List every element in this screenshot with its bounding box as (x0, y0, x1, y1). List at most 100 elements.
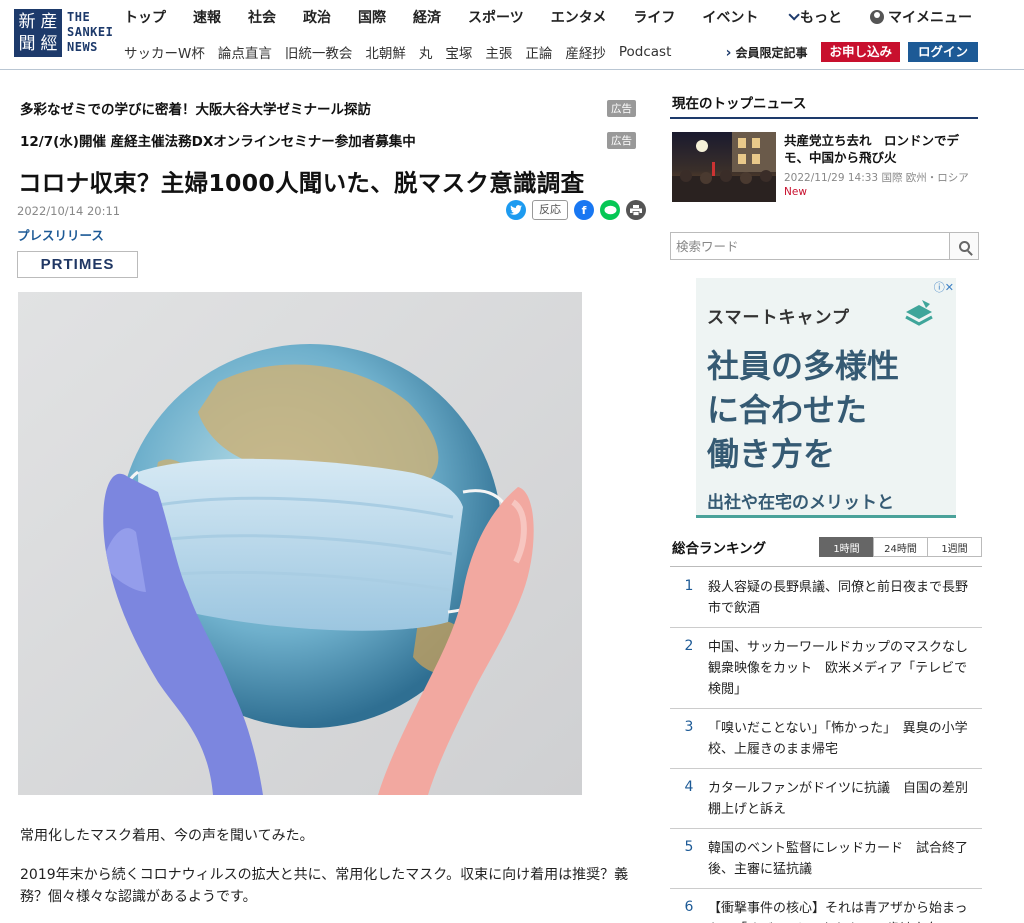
sub-nav: サッカーW杯 論点直言 旧統一教会 北朝鮮 丸 宝塚 主張 正論 産経抄 Pod… (124, 41, 684, 63)
ranking-item[interactable]: 4 カタールファンがドイツに抗議 自国の差別棚上げと訴え (670, 769, 982, 829)
promo-link[interactable]: 多彩なゼミでの学びに密着！大阪大谷大学ゼミナール探訪 広告 (20, 95, 636, 121)
tab-1week[interactable]: 1週間 (927, 537, 982, 557)
search-icon (958, 240, 970, 252)
ranking-item[interactable]: 2 中国、サッカーワールドカップのマスクなし観衆映像をカット 欧米メディア「テレ… (670, 628, 982, 709)
nav-politics[interactable]: 政治 (303, 7, 331, 27)
heading-divider (670, 117, 978, 119)
sidebar-ad[interactable]: ⓘ✕ スマートキャンプ 社員の多様性 に合わせた 働き方を 出社や在宅のメリット… (696, 278, 956, 518)
ad-choices-icon[interactable]: ⓘ✕ (934, 279, 954, 295)
subnav-maru[interactable]: 丸 (419, 42, 433, 62)
search-input[interactable] (671, 233, 949, 259)
top-news-thumbnail[interactable] (672, 132, 776, 202)
nav-breaking[interactable]: 速報 (193, 7, 221, 27)
nav-sports[interactable]: スポーツ (468, 7, 524, 27)
ad-brand-logo-icon (905, 300, 933, 326)
more-label: もっと (800, 10, 842, 26)
promo-text: 12/7(水)開催 産経主催法務DXオンラインセミナー参加者募集中 (20, 134, 416, 150)
subnav-podcast[interactable]: Podcast (619, 44, 672, 60)
print-icon[interactable] (626, 200, 646, 220)
article-photo-globe-mask (18, 292, 582, 795)
chevron-down-icon (788, 9, 800, 21)
subnav-ronten[interactable]: 論点直言 (218, 42, 272, 62)
ranking-item[interactable]: 1 殺人容疑の長野県議、同僚と前日夜まで長野市で飲酒 (670, 568, 982, 628)
ranking-title: 総合ランキング (672, 541, 767, 557)
top-news-body: 共産党立ち去れ ロンドンでデモ、中国から飛び火 2022/11/29 14:33… (784, 132, 978, 204)
members-only-link[interactable]: 会員限定記事 (726, 44, 807, 61)
top-news-heading: 現在のトップニュース (672, 96, 807, 112)
ad-headline-line: 社員の多様性 (707, 347, 900, 385)
subnav-sankeisho[interactable]: 産経抄 (565, 42, 606, 62)
sankei-logo[interactable]: 新 産 聞 經 (14, 9, 62, 57)
top-news-title[interactable]: 共産党立ち去れ ロンドンでデモ、中国から飛び火 (784, 132, 978, 166)
subnav-unification-church[interactable]: 旧統一教会 (285, 42, 353, 62)
logo-en-line: NEWS (67, 40, 98, 54)
article-body: 2019年末から続くコロナウィルスの拡大と共に、常用化したマスク。収束に向け着用… (20, 867, 629, 905)
ranking-item[interactable]: 3 「嗅いだことない」「怖かった」 異臭の小学校、上履きのまま帰宅 (670, 709, 982, 769)
site-header: 新 産 聞 經 THE SANKEI NEWS トップ 速報 社会 政治 国際 … (0, 0, 1024, 70)
my-menu-label: マイメニュー (888, 10, 972, 26)
article-column: 多彩なゼミでの学びに密着！大阪大谷大学ゼミナール探訪 広告 12/7(水)開催 … (16, 70, 646, 923)
promo-text: 多彩なゼミでの学びに密着！大阪大谷大学ゼミナール探訪 (20, 102, 371, 118)
search-button[interactable] (949, 233, 978, 259)
nav-entertainment[interactable]: エンタメ (551, 7, 607, 27)
tab-1hour[interactable]: 1時間 (819, 537, 874, 557)
user-icon (870, 10, 884, 24)
rank-headline: カタールファンがドイツに抗議 自国の差別棚上げと訴え (708, 781, 969, 817)
logo-char: 聞 (18, 34, 36, 54)
subnav-north-korea[interactable]: 北朝鮮 (365, 42, 406, 62)
login-button[interactable]: ログイン (907, 42, 978, 62)
article-title: コロナ収束？主婦1000人聞いた、脱マスク意識調査 (18, 169, 585, 197)
search-box (670, 232, 979, 260)
rank-headline: 韓国のベント監督にレッドカード 試合終了後、主審に猛抗議 (708, 841, 969, 877)
share-bar: 反応 f (506, 200, 646, 220)
promo-link[interactable]: 12/7(水)開催 産経主催法務DXオンラインセミナー参加者募集中 広告 (20, 127, 636, 153)
line-icon[interactable] (600, 200, 620, 220)
ad-headline-line: に合わせた (707, 391, 868, 429)
top-news-tags: 国際 欧州・ロシア (881, 172, 969, 184)
more-menu-button[interactable]: もっと (788, 7, 842, 27)
subnav-takarazuka[interactable]: 宝塚 (445, 42, 472, 62)
subnav-seiron[interactable]: 正論 (525, 42, 552, 62)
logo-char: 經 (40, 34, 58, 54)
top-news-date: 2022/11/29 14:33 (784, 172, 879, 184)
article-category-link[interactable]: プレスリリース (17, 225, 104, 244)
sidebar: 現在のトップニュース 共産党立ち去れ ロンドンでデモ、中国から飛び火 2022/… (670, 70, 982, 923)
logo-english[interactable]: THE SANKEI NEWS (67, 10, 113, 55)
logo-char: 新 (18, 12, 36, 32)
nav-right: もっと マイメニュー (788, 6, 972, 28)
nav-international[interactable]: 国際 (358, 7, 386, 27)
logo-char: 産 (40, 12, 58, 32)
top-news-card[interactable]: 共産党立ち去れ ロンドンでデモ、中国から飛び火 2022/11/29 14:33… (672, 132, 978, 204)
nav-event[interactable]: イベント (702, 7, 758, 27)
rank-number: 2 (684, 638, 694, 654)
reaction-button[interactable]: 反応 (532, 200, 568, 220)
member-area: 会員限定記事 お申し込み ログイン (726, 41, 978, 63)
facebook-icon[interactable]: f (574, 200, 594, 220)
ad-brand: スマートキャンプ (707, 308, 850, 328)
prtimes-logo[interactable]: PRTIMES (17, 251, 138, 278)
tab-24hours[interactable]: 24時間 (873, 537, 928, 557)
ranking-item[interactable]: 6 【衝撃事件の核心】それは青アザから始まった…「オバQ」といわれた２５歳被害女 (670, 889, 982, 923)
ad-badge: 広告 (607, 131, 636, 149)
my-menu-button[interactable]: マイメニュー (870, 7, 972, 27)
subnav-editorial[interactable]: 主張 (485, 42, 512, 62)
twitter-icon[interactable] (506, 200, 526, 220)
ad-badge: 広告 (607, 99, 636, 117)
new-badge: New (784, 186, 807, 198)
nav-society[interactable]: 社会 (248, 7, 276, 27)
ranking-item[interactable]: 5 韓国のベント監督にレッドカード 試合終了後、主審に猛抗議 (670, 829, 982, 889)
rank-number: 6 (684, 899, 694, 915)
nav-economy[interactable]: 経済 (413, 7, 441, 27)
subnav-worldcup[interactable]: サッカーW杯 (124, 42, 205, 62)
ranking-tabs: 1時間 24時間 1週間 (819, 537, 982, 557)
rank-headline: 中国、サッカーワールドカップのマスクなし観衆映像をカット 欧米メディア「テレビで… (708, 640, 969, 697)
nav-life[interactable]: ライフ (633, 7, 675, 27)
rank-number: 1 (684, 578, 694, 594)
ad-headline-line: 働き方を (707, 435, 836, 473)
ranking-header: 総合ランキング 1時間 24時間 1週間 (672, 536, 982, 558)
logo-en-line: SANKEI (67, 25, 114, 39)
logo-en-line: THE (67, 10, 91, 24)
article-lead: 常用化したマスク着用、今の声を聞いてみた。 (20, 828, 314, 844)
apply-button[interactable]: お申し込み (821, 42, 900, 62)
nav-top[interactable]: トップ (124, 7, 166, 27)
